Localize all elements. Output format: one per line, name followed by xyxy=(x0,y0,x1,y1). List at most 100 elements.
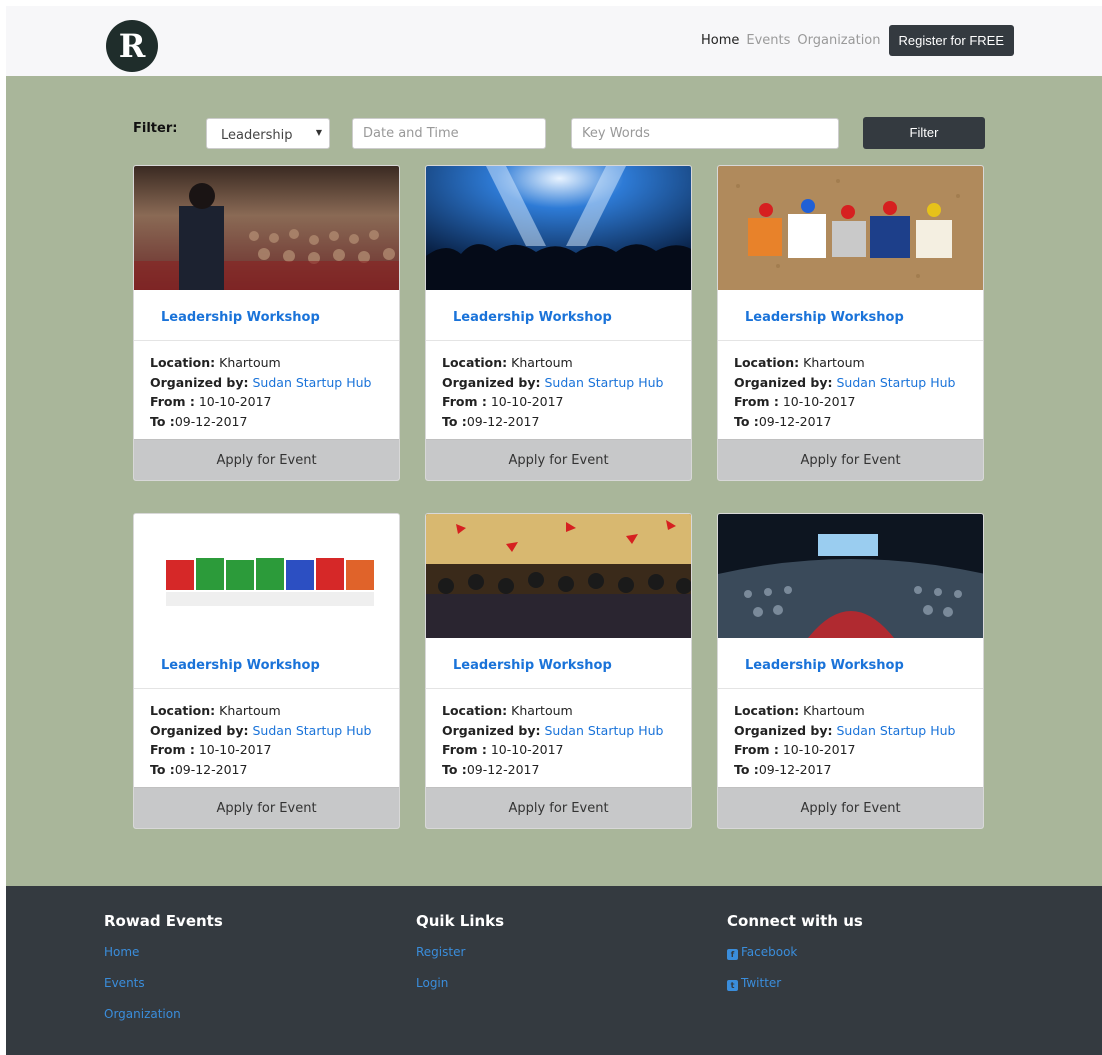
organizer-link[interactable]: Sudan Startup Hub xyxy=(253,723,372,738)
logo[interactable]: R xyxy=(106,20,158,72)
organizer-label: Organized by: xyxy=(734,722,833,738)
event-details: Location: Khartoum Organized by: Sudan St… xyxy=(734,353,955,431)
to-label: To : xyxy=(734,761,759,777)
apply-button[interactable]: Apply for Event xyxy=(134,787,399,828)
apply-button[interactable]: Apply for Event xyxy=(426,787,691,828)
register-button[interactable]: Register for FREE xyxy=(888,25,1014,56)
from-date: 10-10-2017 xyxy=(490,394,564,409)
organizer-link[interactable]: Sudan Startup Hub xyxy=(545,375,664,390)
from-date: 10-10-2017 xyxy=(782,394,856,409)
event-card: Leadership Workshop Location: Khartoum Org… xyxy=(133,165,400,481)
event-card: Leadership Workshop Location: Khartoum Org… xyxy=(717,165,984,481)
location-value: Khartoum xyxy=(803,703,865,718)
footer-about-title: Rowad Events xyxy=(104,912,223,930)
divider xyxy=(426,688,691,689)
chevron-down-icon: ▼ xyxy=(315,128,322,137)
category-select[interactable]: Leadership ▼ xyxy=(206,118,330,149)
footer-link-facebook[interactable]: f Facebook xyxy=(727,945,863,965)
footer-link-organization[interactable]: Organization xyxy=(104,1007,223,1027)
footer: Rowad Events Home Events Organization Qu… xyxy=(6,886,1102,1055)
organizer-label: Organized by: xyxy=(150,374,249,390)
event-details: Location: Khartoum Organized by: Sudan St… xyxy=(442,701,663,779)
party-group-photo xyxy=(426,514,691,638)
nav-organization[interactable]: Organization xyxy=(797,33,880,48)
location-value: Khartoum xyxy=(803,355,865,370)
location-label: Location: xyxy=(734,703,800,718)
to-label: To : xyxy=(150,413,175,429)
keywords-input[interactable]: Key Words xyxy=(571,118,839,149)
footer-connect-title: Connect with us xyxy=(727,912,863,930)
apply-button[interactable]: Apply for Event xyxy=(718,439,983,480)
divider xyxy=(718,340,983,341)
to-label: To : xyxy=(442,413,467,429)
to-date: 09-12-2017 xyxy=(758,413,832,429)
location-label: Location: xyxy=(442,355,508,370)
organizer-link[interactable]: Sudan Startup Hub xyxy=(837,723,956,738)
to-label: To : xyxy=(442,761,467,777)
footer-connect: Connect with us f Facebook t Twitter xyxy=(727,912,863,1007)
apply-button[interactable]: Apply for Event xyxy=(718,787,983,828)
event-corkboard-photo xyxy=(718,166,983,290)
from-date: 10-10-2017 xyxy=(198,394,272,409)
footer-link-home[interactable]: Home xyxy=(104,945,223,965)
apply-button[interactable]: Apply for Event xyxy=(426,439,691,480)
navbar: R Home Events Organization Register for … xyxy=(6,6,1102,76)
events-blocks-photo xyxy=(134,514,399,638)
auditorium-photo xyxy=(718,514,983,638)
nav-links: Home Events Organization Register for FR… xyxy=(694,25,1014,56)
facebook-icon: f xyxy=(727,949,738,960)
location-value: Khartoum xyxy=(219,355,281,370)
event-card: Leadership Workshop Location: Khartoum Org… xyxy=(425,513,692,829)
organizer-label: Organized by: xyxy=(442,374,541,390)
from-label: From : xyxy=(150,742,195,757)
main-content: Filter: Leadership ▼ Date and Time Key W… xyxy=(6,76,1102,886)
from-label: From : xyxy=(734,742,779,757)
event-card: Leadership Workshop Location: Khartoum Org… xyxy=(425,165,692,481)
organizer-label: Organized by: xyxy=(442,722,541,738)
organizer-link[interactable]: Sudan Startup Hub xyxy=(545,723,664,738)
twitter-icon: t xyxy=(727,980,738,991)
organizer-label: Organized by: xyxy=(734,374,833,390)
from-date: 10-10-2017 xyxy=(490,742,564,757)
event-title-link[interactable]: Leadership Workshop xyxy=(161,658,320,673)
event-title-link[interactable]: Leadership Workshop xyxy=(161,310,320,325)
to-date: 09-12-2017 xyxy=(174,413,248,429)
category-select-value: Leadership xyxy=(221,128,293,143)
to-label: To : xyxy=(150,761,175,777)
event-details: Location: Khartoum Organized by: Sudan St… xyxy=(150,353,371,431)
organizer-link[interactable]: Sudan Startup Hub xyxy=(837,375,956,390)
location-label: Location: xyxy=(150,355,216,370)
to-date: 09-12-2017 xyxy=(466,761,540,777)
event-title-link[interactable]: Leadership Workshop xyxy=(453,310,612,325)
event-card: Leadership Workshop Location: Khartoum Org… xyxy=(717,513,984,829)
divider xyxy=(426,340,691,341)
event-details: Location: Khartoum Organized by: Sudan St… xyxy=(150,701,371,779)
date-time-input[interactable]: Date and Time xyxy=(352,118,546,149)
footer-link-events[interactable]: Events xyxy=(104,976,223,996)
event-details: Location: Khartoum Organized by: Sudan St… xyxy=(442,353,663,431)
filter-label: Filter: xyxy=(133,121,178,136)
filter-button[interactable]: Filter xyxy=(863,117,985,149)
nav-home[interactable]: Home xyxy=(701,33,739,48)
event-title-link[interactable]: Leadership Workshop xyxy=(453,658,612,673)
apply-button[interactable]: Apply for Event xyxy=(134,439,399,480)
from-label: From : xyxy=(734,394,779,409)
location-value: Khartoum xyxy=(219,703,281,718)
footer-link-twitter[interactable]: t Twitter xyxy=(727,976,863,996)
event-title-link[interactable]: Leadership Workshop xyxy=(745,310,904,325)
divider xyxy=(718,688,983,689)
footer-link-login[interactable]: Login xyxy=(416,976,504,996)
to-date: 09-12-2017 xyxy=(174,761,248,777)
footer-link-register[interactable]: Register xyxy=(416,945,504,965)
footer-quick-links: Quik Links Register Login xyxy=(416,912,504,1007)
from-label: From : xyxy=(442,742,487,757)
event-title-link[interactable]: Leadership Workshop xyxy=(745,658,904,673)
from-date: 10-10-2017 xyxy=(782,742,856,757)
nav-events[interactable]: Events xyxy=(746,33,790,48)
event-card: Leadership Workshop Location: Khartoum Org… xyxy=(133,513,400,829)
conference-speaker-photo xyxy=(134,166,399,290)
location-label: Location: xyxy=(150,703,216,718)
footer-twitter-label: Twitter xyxy=(741,976,782,990)
organizer-link[interactable]: Sudan Startup Hub xyxy=(253,375,372,390)
organizer-label: Organized by: xyxy=(150,722,249,738)
